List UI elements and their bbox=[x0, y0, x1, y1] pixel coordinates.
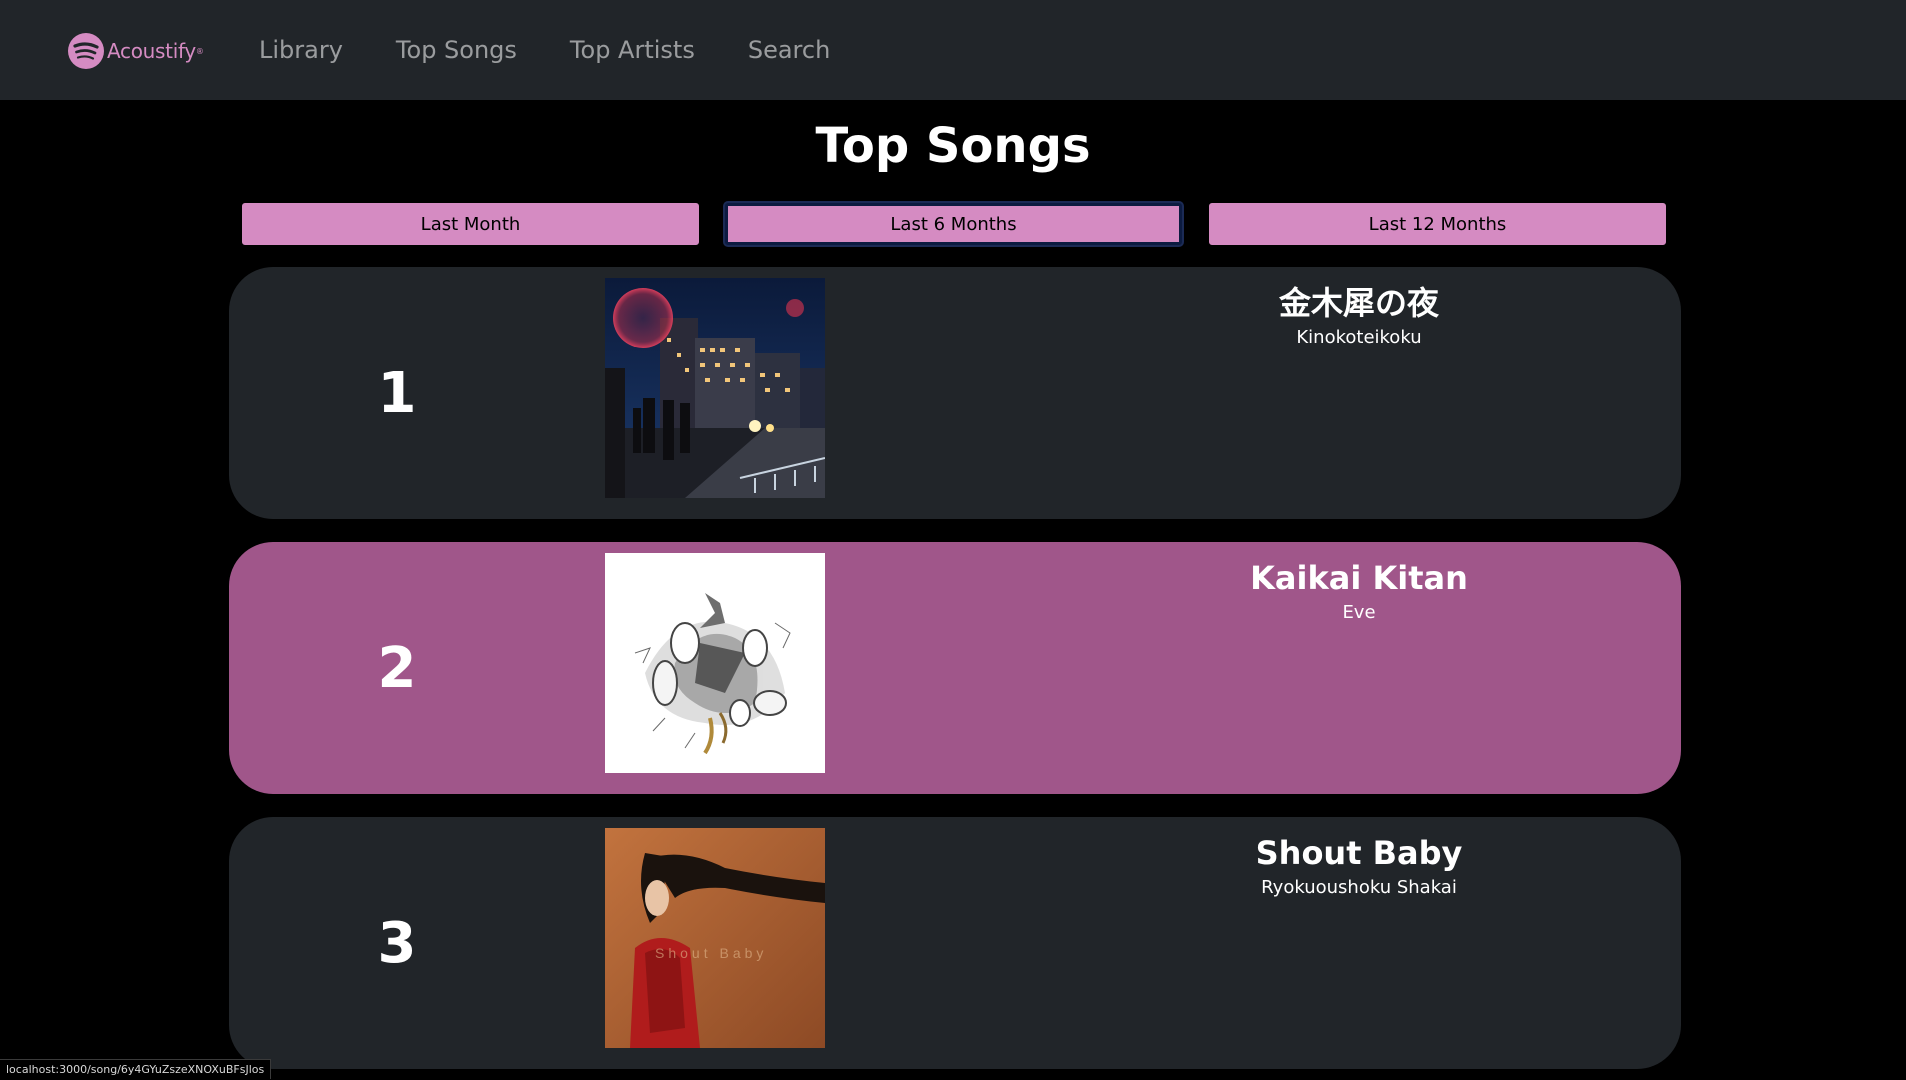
album-cover bbox=[605, 553, 825, 773]
browser-status-bar-url: localhost:3000/song/6y4GYuZszeXNOXuBFsJl… bbox=[0, 1059, 271, 1079]
song-artist: Ryokuoushoku Shakai bbox=[1109, 877, 1609, 898]
song-title: Kaikai Kitan bbox=[1109, 556, 1609, 600]
album-cover-image bbox=[605, 553, 825, 773]
last-6-months-button[interactable]: Last 6 Months bbox=[725, 203, 1182, 245]
svg-text:Shout Baby: Shout Baby bbox=[655, 945, 767, 961]
album-cover bbox=[605, 278, 825, 498]
nav-links: Library Top Songs Top Artists Search bbox=[259, 0, 883, 100]
brand-text: Acoustify bbox=[107, 39, 196, 63]
song-artist: Eve bbox=[1109, 602, 1609, 623]
navbar: Acoustify® Library Top Songs Top Artists… bbox=[0, 0, 1906, 100]
song-card[interactable]: 1 bbox=[229, 267, 1681, 519]
song-rank: 2 bbox=[229, 542, 483, 794]
brand-logo-link[interactable]: Acoustify® bbox=[67, 32, 204, 70]
page-title: Top Songs bbox=[0, 118, 1906, 174]
nav-link-top-artists[interactable]: Top Artists bbox=[570, 36, 695, 64]
nav-link-library[interactable]: Library bbox=[259, 36, 343, 64]
song-title: 金木犀の夜 bbox=[1109, 281, 1609, 325]
song-info: 金木犀の夜 Kinokoteikoku bbox=[1109, 281, 1609, 348]
album-cover: Shout Baby bbox=[605, 828, 825, 1048]
last-month-button[interactable]: Last Month bbox=[242, 203, 699, 245]
song-card[interactable]: 2 Kaikai Kitan Eve bbox=[229, 542, 1681, 794]
album-cover-image bbox=[605, 278, 825, 498]
album-cover-image: Shout Baby bbox=[605, 828, 825, 1048]
song-artist: Kinokoteikoku bbox=[1109, 327, 1609, 348]
song-card[interactable]: 3 Shout Baby Shout Baby Ryokuoushoku Sha… bbox=[229, 817, 1681, 1069]
song-rank: 1 bbox=[229, 267, 483, 519]
nav-link-top-songs[interactable]: Top Songs bbox=[396, 36, 517, 64]
song-rank: 3 bbox=[229, 817, 483, 1069]
nav-link-search[interactable]: Search bbox=[748, 36, 830, 64]
song-title: Shout Baby bbox=[1109, 831, 1609, 875]
song-info: Kaikai Kitan Eve bbox=[1109, 556, 1609, 623]
spotify-logo-icon bbox=[67, 32, 105, 70]
last-12-months-button[interactable]: Last 12 Months bbox=[1209, 203, 1666, 245]
song-info: Shout Baby Ryokuoushoku Shakai bbox=[1109, 831, 1609, 898]
brand-trademark: ® bbox=[196, 47, 204, 56]
